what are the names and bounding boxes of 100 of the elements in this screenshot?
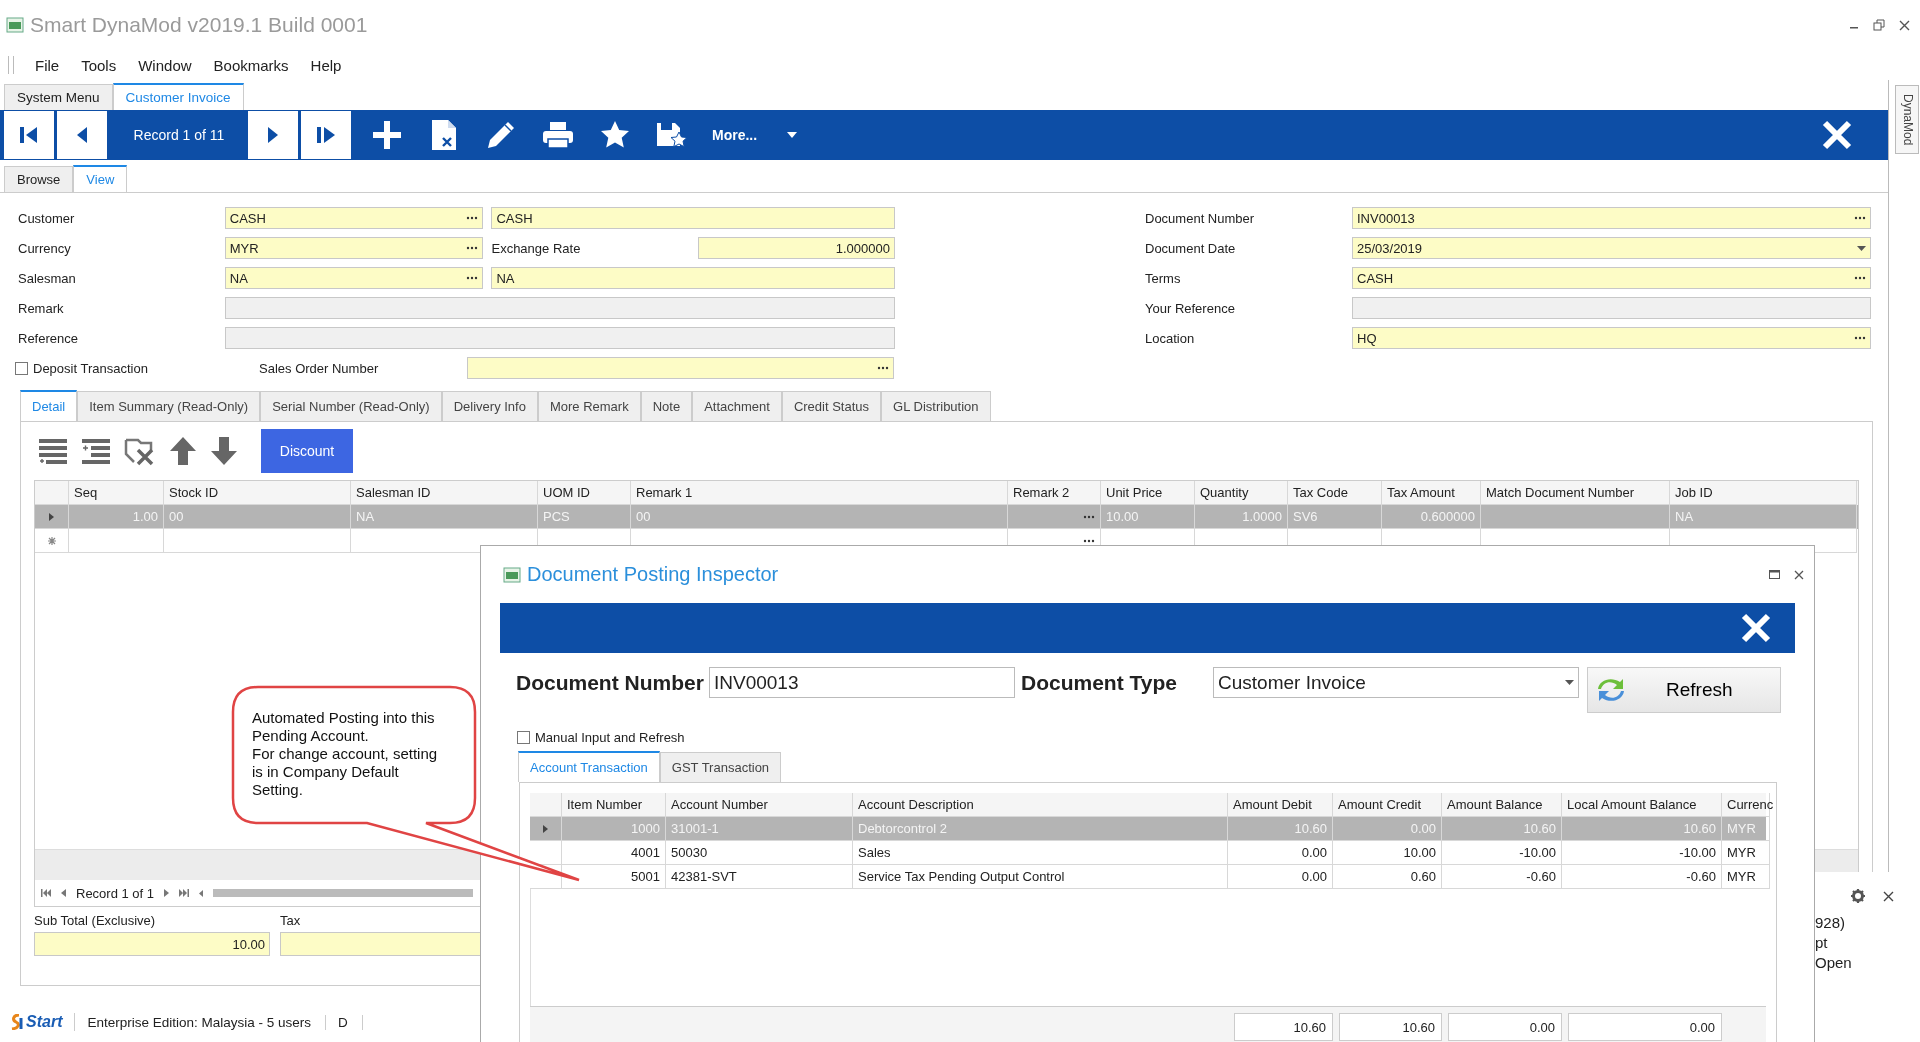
ellipsis-icon[interactable] [1083,538,1095,543]
skip-back-icon [19,126,39,144]
input-field[interactable]: CASH [1352,267,1871,289]
last-record-button[interactable] [301,111,351,159]
table-cell: MYR [1727,821,1756,836]
input-field[interactable]: MYR [224,237,484,259]
table-cell: 10.60 [1523,821,1556,836]
delete-rows-icon[interactable] [124,436,156,466]
restore-icon[interactable] [1873,19,1885,31]
ellipsis-icon[interactable] [466,276,479,280]
settings-icon[interactable] [1851,889,1865,903]
refresh-button[interactable]: Refresh [1587,667,1781,713]
dialog-tab[interactable]: GST Transaction [659,752,782,782]
menu-item[interactable]: Window [127,56,203,74]
dropdown-caret-icon[interactable] [787,132,798,138]
detail-tab[interactable]: GL Distribution [881,391,991,421]
input-field[interactable]: 10.00 [34,932,270,956]
first-page-icon[interactable] [41,889,51,897]
side-tab[interactable]: DynaMod [1895,85,1919,155]
input-field[interactable]: 1.000000 [698,237,895,259]
table-cell: 00 [636,509,651,524]
input-field[interactable] [1352,297,1871,319]
input-field[interactable]: NA [224,267,484,289]
input-field[interactable]: CASH [224,207,484,229]
detail-tab[interactable]: Attachment [692,391,782,421]
detail-tab[interactable]: Serial Number (Read-Only) [260,391,442,421]
input-field[interactable]: 25/03/2019 [1352,237,1871,259]
table-cell: 31001-1 [671,821,719,836]
plus-icon[interactable] [371,120,402,150]
detail-tab[interactable]: Delivery Info [441,391,538,421]
move-down-icon[interactable] [210,436,238,466]
panel-text: Open [1815,953,1853,973]
detail-tab[interactable]: Note [640,391,693,421]
delete-document-icon[interactable] [430,119,457,151]
input-field[interactable]: INV00013 [709,667,1015,698]
detail-tab[interactable]: Item Summary (Read-Only) [77,391,261,421]
dialog-tab[interactable]: Account Transaction [518,751,660,782]
add-row-icon[interactable] [38,437,68,465]
input-field[interactable]: HQ [1352,327,1871,349]
module-tab[interactable]: Customer Invoice [112,83,244,110]
checkbox[interactable] [15,361,28,375]
detail-tab[interactable]: More Remark [537,391,641,421]
empty-cell[interactable] [164,529,351,553]
table-cell: MYR [1727,845,1756,860]
empty-cell[interactable] [69,529,164,553]
scrollbar[interactable] [213,889,474,897]
ellipsis-icon[interactable] [1854,216,1866,220]
move-up-icon[interactable] [169,436,197,466]
detail-tab[interactable]: Detail [20,390,78,421]
ellipsis-icon[interactable] [877,366,889,370]
close-icon[interactable] [1794,569,1804,580]
view-tab[interactable]: Browse [4,166,74,192]
module-tab[interactable]: System Menu [4,84,113,110]
ellipsis-icon[interactable] [1854,336,1866,340]
ellipsis-icon[interactable] [1083,514,1095,519]
previous-page-icon[interactable] [61,889,66,897]
table-cell: Service Tax Pending Output Control [858,869,1065,884]
menu-item[interactable]: Tools [70,56,128,74]
maximize-icon[interactable] [1769,570,1780,579]
ellipsis-icon[interactable] [466,246,479,250]
input-field[interactable] [224,327,895,349]
input-field[interactable] [224,297,895,319]
ellipsis-icon[interactable] [466,216,479,220]
printer-icon[interactable] [541,121,574,149]
table-cell: 50030 [671,845,708,860]
close-icon[interactable] [1883,890,1894,902]
first-record-button[interactable] [4,111,54,159]
close-icon[interactable] [1899,19,1910,31]
scroll-left-icon[interactable] [199,889,204,897]
dropdown-caret-icon[interactable] [1565,680,1574,685]
next-record-button[interactable] [248,111,298,159]
pencil-icon[interactable] [485,120,516,150]
save-star-icon[interactable] [655,120,688,150]
app-icon [503,566,521,583]
input-field[interactable]: INV00013 [1352,207,1871,229]
field-label: Document Type [1021,671,1178,695]
menu-item[interactable]: File [24,56,71,74]
input-field[interactable]: NA [491,267,895,289]
insert-row-icon[interactable] [81,437,111,465]
next-page-icon[interactable] [164,889,170,897]
last-page-icon[interactable] [179,889,190,897]
view-tab[interactable]: View [73,165,128,192]
ellipsis-icon[interactable] [1854,276,1866,280]
menu-item[interactable]: Bookmarks [202,56,300,74]
more-menu[interactable]: More... [712,127,758,143]
table-cell: 10.60 [1294,821,1327,836]
table-cell: 0.00 [1301,869,1327,884]
table-cell: PCS [543,509,570,524]
record-counter: Record 1 of 1 [76,885,155,901]
dropdown[interactable]: Customer Invoice [1213,667,1579,698]
star-icon[interactable] [599,120,630,150]
previous-record-button[interactable] [57,111,107,159]
input-field[interactable] [467,357,894,379]
input-field[interactable]: CASH [491,207,895,229]
checkbox[interactable] [517,730,530,744]
detail-tab[interactable]: Credit Status [781,391,882,421]
menu-item[interactable]: Help [299,56,353,74]
discount-button[interactable]: Discount [261,429,353,473]
dropdown-caret-icon[interactable] [1857,245,1866,251]
start-button[interactable]: Start [0,1013,76,1031]
